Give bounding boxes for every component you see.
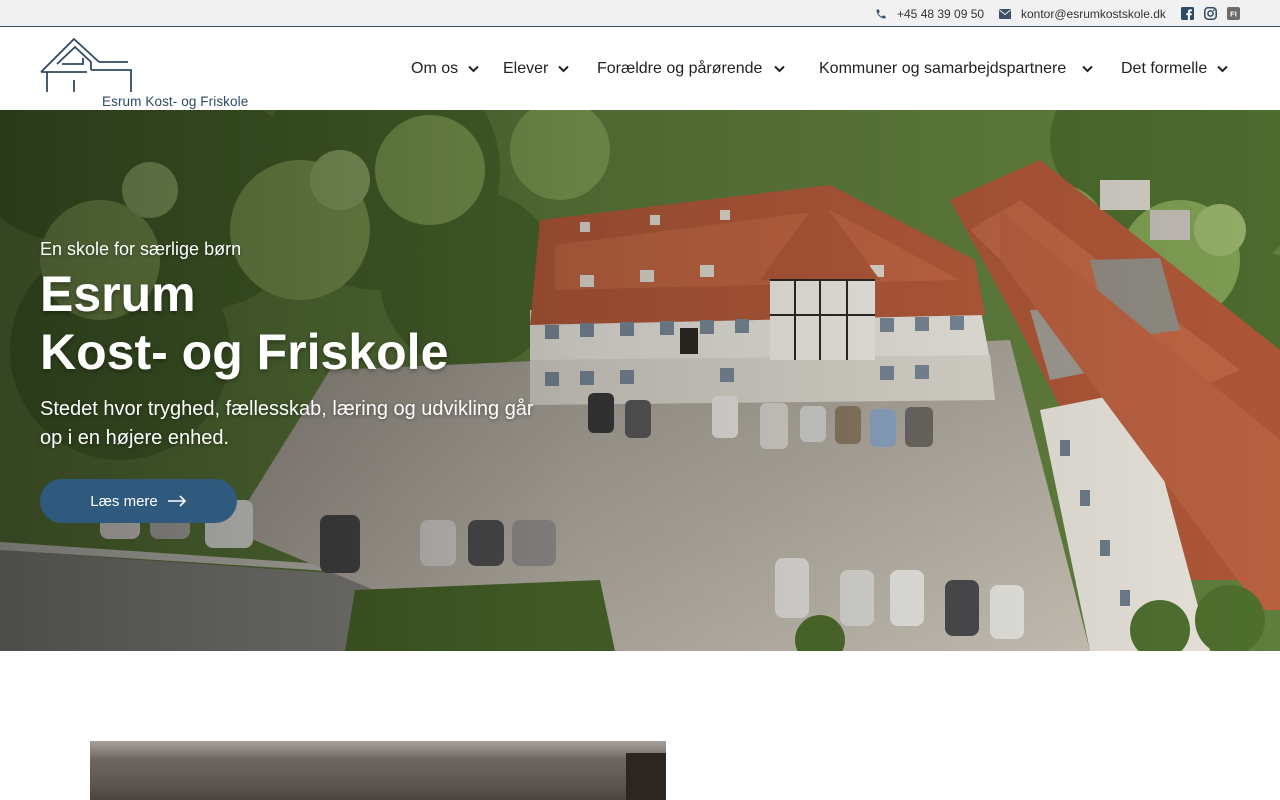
email-contact[interactable]: kontor@esrumkostskole.dk bbox=[999, 0, 1166, 27]
fi-icon[interactable]: FI bbox=[1227, 7, 1240, 20]
content-image bbox=[90, 741, 666, 800]
nav-item-det-formelle[interactable]: Det formelle bbox=[1121, 28, 1228, 110]
nav-label: Elever bbox=[503, 60, 549, 77]
instagram-icon[interactable] bbox=[1204, 7, 1217, 20]
phone-icon bbox=[876, 9, 886, 18]
email-address: kontor@esrumkostskole.dk bbox=[1021, 6, 1166, 21]
logo-text: Esrum Kost- og Friskole bbox=[102, 94, 249, 109]
phone-contact[interactable]: +45 48 39 09 50 bbox=[875, 0, 984, 27]
chevron-down-icon bbox=[1082, 65, 1093, 73]
hero-title-line-1: Esrum bbox=[40, 266, 196, 322]
main-header: Esrum Kost- og Friskole Om os Elever For… bbox=[0, 28, 1280, 110]
top-bar: +45 48 39 09 50 kontor@esrumkostskole.dk… bbox=[0, 0, 1280, 27]
chevron-down-icon bbox=[468, 65, 479, 73]
nav-label: Kommuner og samarbejdspartnere bbox=[819, 60, 1067, 77]
hero-title-line-2: Kost- og Friskole bbox=[40, 324, 449, 380]
read-more-button[interactable]: Læs mere bbox=[40, 479, 237, 523]
nav-item-foraeldre[interactable]: Forældre og pårørende bbox=[597, 28, 786, 110]
site-logo[interactable]: Esrum Kost- og Friskole bbox=[40, 37, 260, 109]
hero-kicker: En skole for særlige børn bbox=[40, 239, 242, 259]
content-image-dark-edge bbox=[626, 753, 666, 800]
chevron-down-icon bbox=[558, 65, 570, 73]
content-image-shade bbox=[90, 741, 666, 759]
chevron-down-icon bbox=[1217, 65, 1228, 73]
phone-number: +45 48 39 09 50 bbox=[897, 6, 985, 21]
nav-item-kommuner[interactable]: Kommuner og samarbejdspartnere bbox=[819, 28, 1093, 110]
nav-item-elever[interactable]: Elever bbox=[503, 28, 570, 110]
chevron-down-icon bbox=[774, 65, 786, 73]
fi-icon-label: FI bbox=[1230, 10, 1237, 19]
arrow-right-icon bbox=[167, 495, 186, 507]
hero-title: Esrum Kost- og Friskole bbox=[40, 265, 448, 381]
house-logo-icon bbox=[40, 37, 258, 99]
read-more-label: Læs mere bbox=[90, 492, 158, 510]
envelope-icon bbox=[999, 8, 1011, 19]
nav-item-om-os[interactable]: Om os bbox=[411, 28, 479, 110]
hero-section: En skole for særlige børn Esrum Kost- og… bbox=[0, 110, 1280, 651]
nav-label: Forældre og pårørende bbox=[597, 60, 763, 77]
nav-label: Det formelle bbox=[1121, 60, 1208, 77]
hero-subtitle: Stedet hvor tryghed, fællesskab, læring … bbox=[40, 398, 534, 449]
facebook-icon[interactable] bbox=[1181, 7, 1194, 20]
nav-label: Om os bbox=[411, 60, 459, 77]
